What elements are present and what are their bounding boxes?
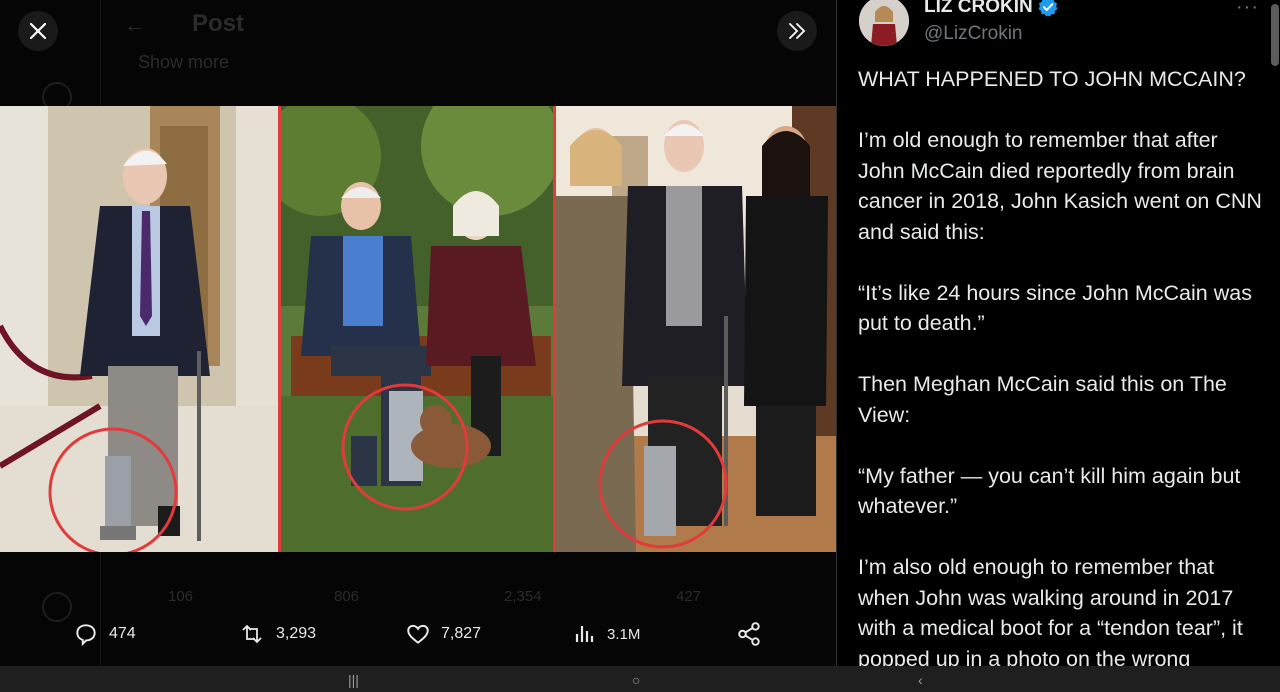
back-button-icon[interactable]: ‹ bbox=[918, 672, 923, 688]
like-button[interactable]: 7,827 bbox=[405, 621, 481, 647]
repost-button[interactable]: 3,293 bbox=[238, 621, 316, 647]
back-arrow-icon: ← bbox=[124, 12, 146, 37]
view-count: 3.1M bbox=[607, 625, 641, 643]
verified-badge-icon bbox=[1038, 0, 1058, 17]
tweet-paragraph: I’m old enough to remember that after Jo… bbox=[858, 128, 1262, 244]
like-count: 7,827 bbox=[441, 625, 482, 642]
scrollbar-thumb[interactable] bbox=[1271, 4, 1279, 66]
tweet-paragraph: “My father — you can’t kill him again bu… bbox=[858, 463, 1241, 519]
tweet-paragraph: “It’s like 24 hours since John McCain wa… bbox=[858, 280, 1252, 336]
double-chevron-right-icon bbox=[789, 23, 806, 39]
tweet-paragraph: Then Meghan McCain said this on The View… bbox=[858, 372, 1227, 427]
tweet-paragraph: WHAT HAPPENED TO JOHN MCCAIN? bbox=[858, 67, 1246, 91]
expand-panel-button[interactable] bbox=[777, 11, 817, 51]
background-like-count: 2,354 bbox=[504, 588, 542, 605]
tweet-text: WHAT HAPPENED TO JOHN MCCAIN? I’m old en… bbox=[858, 64, 1263, 666]
author-name-row[interactable]: LIZ CROKIN bbox=[924, 0, 1059, 18]
avatar[interactable] bbox=[859, 0, 909, 46]
background-bookmark-count: 427 bbox=[676, 588, 702, 605]
close-icon bbox=[29, 22, 47, 40]
more-options-button[interactable]: ··· bbox=[1236, 0, 1259, 19]
share-icon bbox=[738, 622, 760, 646]
photo-mccain-cane-boot bbox=[0, 106, 278, 552]
reply-count: 474 bbox=[109, 625, 136, 642]
avatar-image bbox=[859, 0, 909, 46]
post-detail-panel: LIZ CROKIN @LizCrokin ··· WHAT HAPPENED … bbox=[836, 0, 1280, 666]
author-handle[interactable]: @LizCrokin bbox=[924, 23, 1022, 45]
photo-panel-3[interactable] bbox=[556, 106, 836, 552]
photo-mccain-group-boot bbox=[556, 106, 836, 552]
author-name: LIZ CROKIN bbox=[924, 0, 1033, 17]
reply-button[interactable]: 474 bbox=[73, 621, 136, 647]
profile-icon bbox=[42, 592, 72, 622]
background-reply-count: 106 bbox=[168, 588, 194, 605]
home-button-icon[interactable]: ○ bbox=[632, 672, 640, 688]
background-repost-count: 806 bbox=[334, 588, 360, 605]
close-button[interactable] bbox=[18, 11, 58, 51]
recent-apps-icon[interactable]: ||| bbox=[348, 672, 359, 688]
media-viewer: ← Post Show more 106 806 2,354 427 474 3… bbox=[0, 0, 836, 666]
photo-panel-2[interactable] bbox=[281, 106, 553, 552]
background-show-more: Show more bbox=[138, 52, 230, 72]
views-chart-icon bbox=[575, 626, 594, 642]
photo-panel-1[interactable] bbox=[0, 106, 278, 552]
photo-mccain-seated-boot bbox=[281, 106, 553, 552]
reply-icon bbox=[76, 624, 96, 647]
views-button[interactable]: 3.1M bbox=[573, 621, 640, 647]
repost-icon bbox=[242, 624, 262, 644]
tweet-paragraph: I’m also old enough to remember that whe… bbox=[858, 555, 1243, 666]
share-button[interactable] bbox=[736, 621, 762, 647]
repost-count: 3,293 bbox=[276, 625, 317, 642]
heart-icon bbox=[407, 624, 429, 644]
background-post-title: Post bbox=[192, 10, 245, 37]
